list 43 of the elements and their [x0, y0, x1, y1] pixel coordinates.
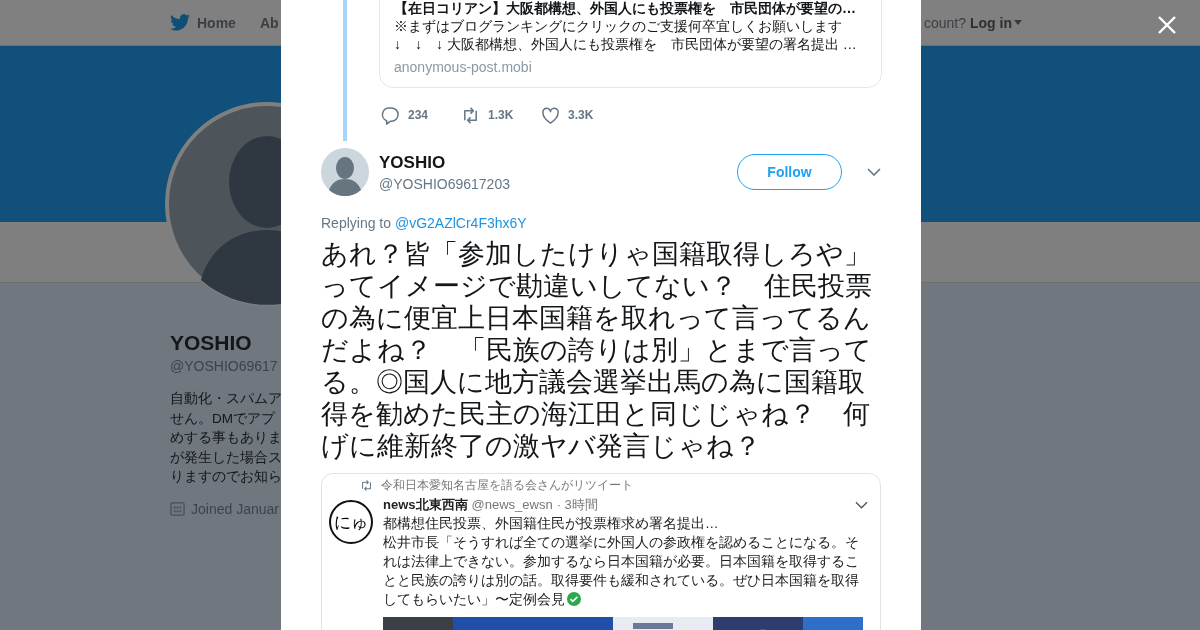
bird-icon [170, 14, 190, 31]
tweet-text: あれ？皆「参加したけりゃ国籍取得しろや」ってイメージで勘違いしてない？ 住民投票の為に便宜上日本国籍を取れって言ってるんだよね？ 「民族の誇りは別」とまで言ってる。◎国人に地方議会選挙出馬の為に国籍取得を勧めた民主の海江田と同じじゃね？ 何げに維新終了の激ヤバ発言じゃね？ [321, 238, 873, 462]
news-account-name: news北東西南 [383, 496, 468, 514]
preview-description: ↓ ↓ ↓ 大阪都構想、外国人にも投票権を 市民団体が要望の署名提出 … [394, 35, 858, 53]
news-headline: 都構想住民投票、外国籍住民が投票権求め署名提出… [383, 515, 720, 533]
news-avatar: にゅ [329, 500, 373, 544]
bio-text: 自動化・スパムア [170, 390, 282, 408]
avatar-icon [321, 148, 369, 196]
caret-icon [1014, 20, 1022, 25]
bio-text: せん。DMでアプ [170, 409, 275, 428]
user-name: YOSHIO [379, 152, 447, 174]
profile-name: YOSHIO [170, 330, 252, 356]
action-reply-button[interactable]: 234 [381, 105, 461, 125]
speech-bubble-icon [381, 105, 400, 125]
mention-link[interactable]: @vG2AZlCr4F3hx6Y [394, 215, 527, 231]
retweet-icon [360, 478, 373, 492]
bio-text: りますのでお知ら [170, 468, 282, 486]
nav-link[interactable]: Home [170, 14, 236, 31]
preview-description: ※まずはブログランキングにクリックのご支援何卒宜しくお願いします [394, 17, 843, 35]
preview-title: 【在日コリアン】大阪都構想、外国人にも投票権を 市民団体が要望の… [394, 0, 857, 17]
retweeted-by-text: 令和日本愛知名古屋を語る会さんがリツイート [381, 477, 633, 493]
embedded-image[interactable]: 令和日本愛知名古屋を語る会さんがリツイート にゅ news北東西南 @news_ewsn · 3時間 都構想住民投票、外国籍住民が投票権求め署名提出… 松井市長「そうすれば全ての選挙に外国人の参政権を認めることになる。それは法律上できない。参加するなら日本国籍が必要。日本国籍を取得することと民族の誇りは別の話。取得要件も緩和されている。ぜひ日本国籍を取得してもらいたい」〜定例会見 [321, 473, 881, 630]
action-retweet-button[interactable]: 1.3K [461, 105, 541, 125]
nav-link[interactable]: Ab [259, 14, 279, 31]
bio-text: が発生した場合ス [170, 448, 282, 467]
link-preview-card[interactable]: 【在日コリアン】大阪都構想、外国人にも投票権を 市民団体が要望の… ※まずはブログランキングにクリックのご支援何卒宜しくお願いします ↓ ↓ ↓ 大阪都構想、外国人にも投票権を 市民団体が要望の署名提出 … anonymous-post.mobi [379, 0, 882, 88]
preview-domain: anonymous-post.mobi [394, 58, 533, 76]
login-link[interactable]: Log in [970, 14, 1022, 31]
calendar-icon [170, 501, 185, 516]
chevron-down-icon [855, 501, 868, 509]
chevron-down-icon [867, 168, 881, 176]
post-time: · 3時間 [556, 496, 598, 514]
account-prompt: count? [923, 14, 966, 31]
heart-icon [541, 105, 560, 125]
close-icon [1157, 15, 1177, 35]
user-handle: @YOSHIO69617203 [379, 175, 511, 193]
action-like-button[interactable]: 3.3K [541, 105, 621, 125]
news-account-handle: @news_ewsn [471, 496, 553, 514]
retweet-icon [461, 105, 480, 125]
news-body: 松井市長「そうすれば全ての選挙に外国人の参政権を認めることになる。それは法律上できない。参加するなら日本国籍が必要。日本国籍を取得することと民族の誇りは別の話。取得要件も緩和されている。ぜひ日本国籍を取得してもらいたい」〜定例会見 [383, 534, 860, 609]
replying-label: Replying to [321, 215, 393, 231]
follow-button[interactable]: Follow [737, 154, 842, 190]
bio-text: めする事もありま [170, 429, 282, 447]
